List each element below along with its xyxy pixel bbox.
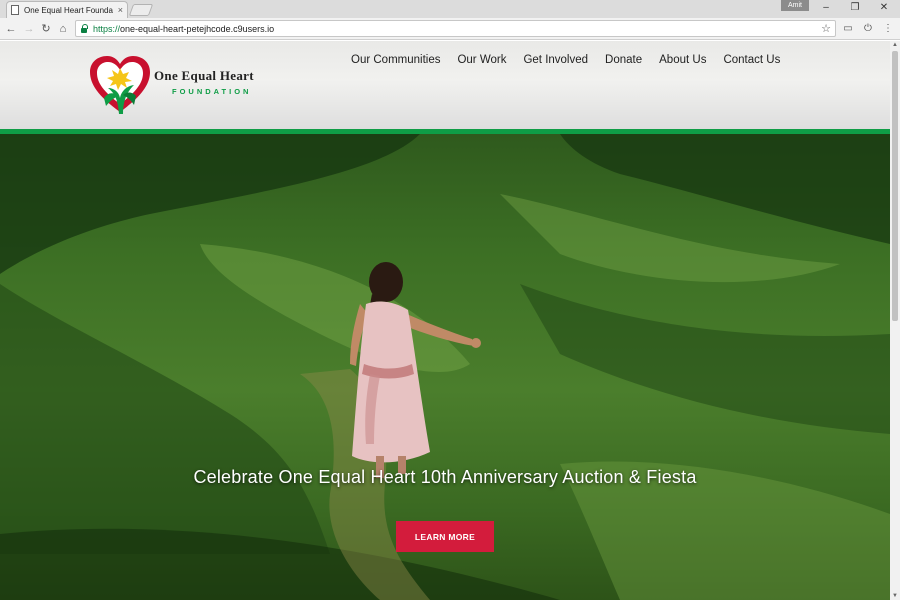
learn-more-button[interactable]: LEARN MORE — [396, 521, 494, 552]
site-header: One Equal Heart FOUNDATION Our Communiti… — [0, 41, 890, 129]
browser-tabstrip: One Equal Heart Founda × Amit – ❐ ✕ — [0, 0, 900, 18]
nav-our-work[interactable]: Our Work — [457, 54, 506, 66]
forward-icon[interactable]: → — [22, 22, 36, 36]
tab-title: One Equal Heart Founda — [24, 5, 113, 15]
lock-icon — [81, 23, 88, 33]
scroll-up-icon[interactable]: ▲ — [890, 41, 900, 49]
logo-subtitle: FOUNDATION — [172, 87, 252, 96]
home-icon[interactable]: ⌂ — [56, 22, 70, 36]
url-scheme: https:// — [93, 23, 121, 34]
main-nav: Our Communities Our Work Get Involved Do… — [351, 54, 780, 66]
tab-close-icon[interactable]: × — [118, 5, 123, 15]
menu-icon[interactable]: ⋮ — [881, 22, 895, 36]
reload-icon[interactable]: ↻ — [39, 22, 53, 36]
power-icon[interactable]: ⏻ — [861, 22, 875, 36]
minimize-icon[interactable]: – — [816, 1, 836, 15]
cast-icon[interactable]: ▭ — [841, 22, 855, 36]
nav-donate[interactable]: Donate — [605, 54, 642, 66]
profile-button[interactable]: Amit — [781, 0, 809, 11]
page-icon — [11, 5, 19, 15]
restore-icon[interactable]: ❐ — [845, 1, 865, 15]
hero-caption: Celebrate One Equal Heart 10th Anniversa… — [193, 467, 697, 487]
new-tab-button[interactable] — [128, 4, 154, 16]
hero-banner: Celebrate One Equal Heart 10th Anniversa… — [0, 134, 890, 600]
browser-tab[interactable]: One Equal Heart Founda × — [6, 1, 128, 18]
heart-logo-icon — [90, 56, 150, 114]
scroll-thumb[interactable] — [892, 51, 898, 321]
bookmark-star-icon[interactable]: ☆ — [821, 22, 831, 35]
nav-our-communities[interactable]: Our Communities — [351, 54, 440, 66]
page-scrollbar[interactable]: ▲ ▼ — [890, 41, 900, 600]
nav-get-involved[interactable]: Get Involved — [523, 54, 588, 66]
nav-about-us[interactable]: About Us — [659, 54, 706, 66]
scroll-down-icon[interactable]: ▼ — [890, 592, 900, 600]
browser-toolbar: ← → ↻ ⌂ https:// one-equal-heart-petejhc… — [0, 18, 900, 40]
back-icon[interactable]: ← — [4, 22, 18, 36]
logo-name: One Equal Heart — [154, 68, 254, 83]
address-bar[interactable]: https:// one-equal-heart-petejhcode.c9us… — [75, 20, 836, 37]
url-host: one-equal-heart-petejhcode.c9users.io — [120, 23, 275, 34]
window-close-icon[interactable]: ✕ — [874, 1, 894, 15]
page-viewport: One Equal Heart FOUNDATION Our Communiti… — [0, 41, 890, 600]
nav-contact-us[interactable]: Contact Us — [723, 54, 780, 66]
logo[interactable]: One Equal Heart FOUNDATION — [88, 54, 278, 116]
